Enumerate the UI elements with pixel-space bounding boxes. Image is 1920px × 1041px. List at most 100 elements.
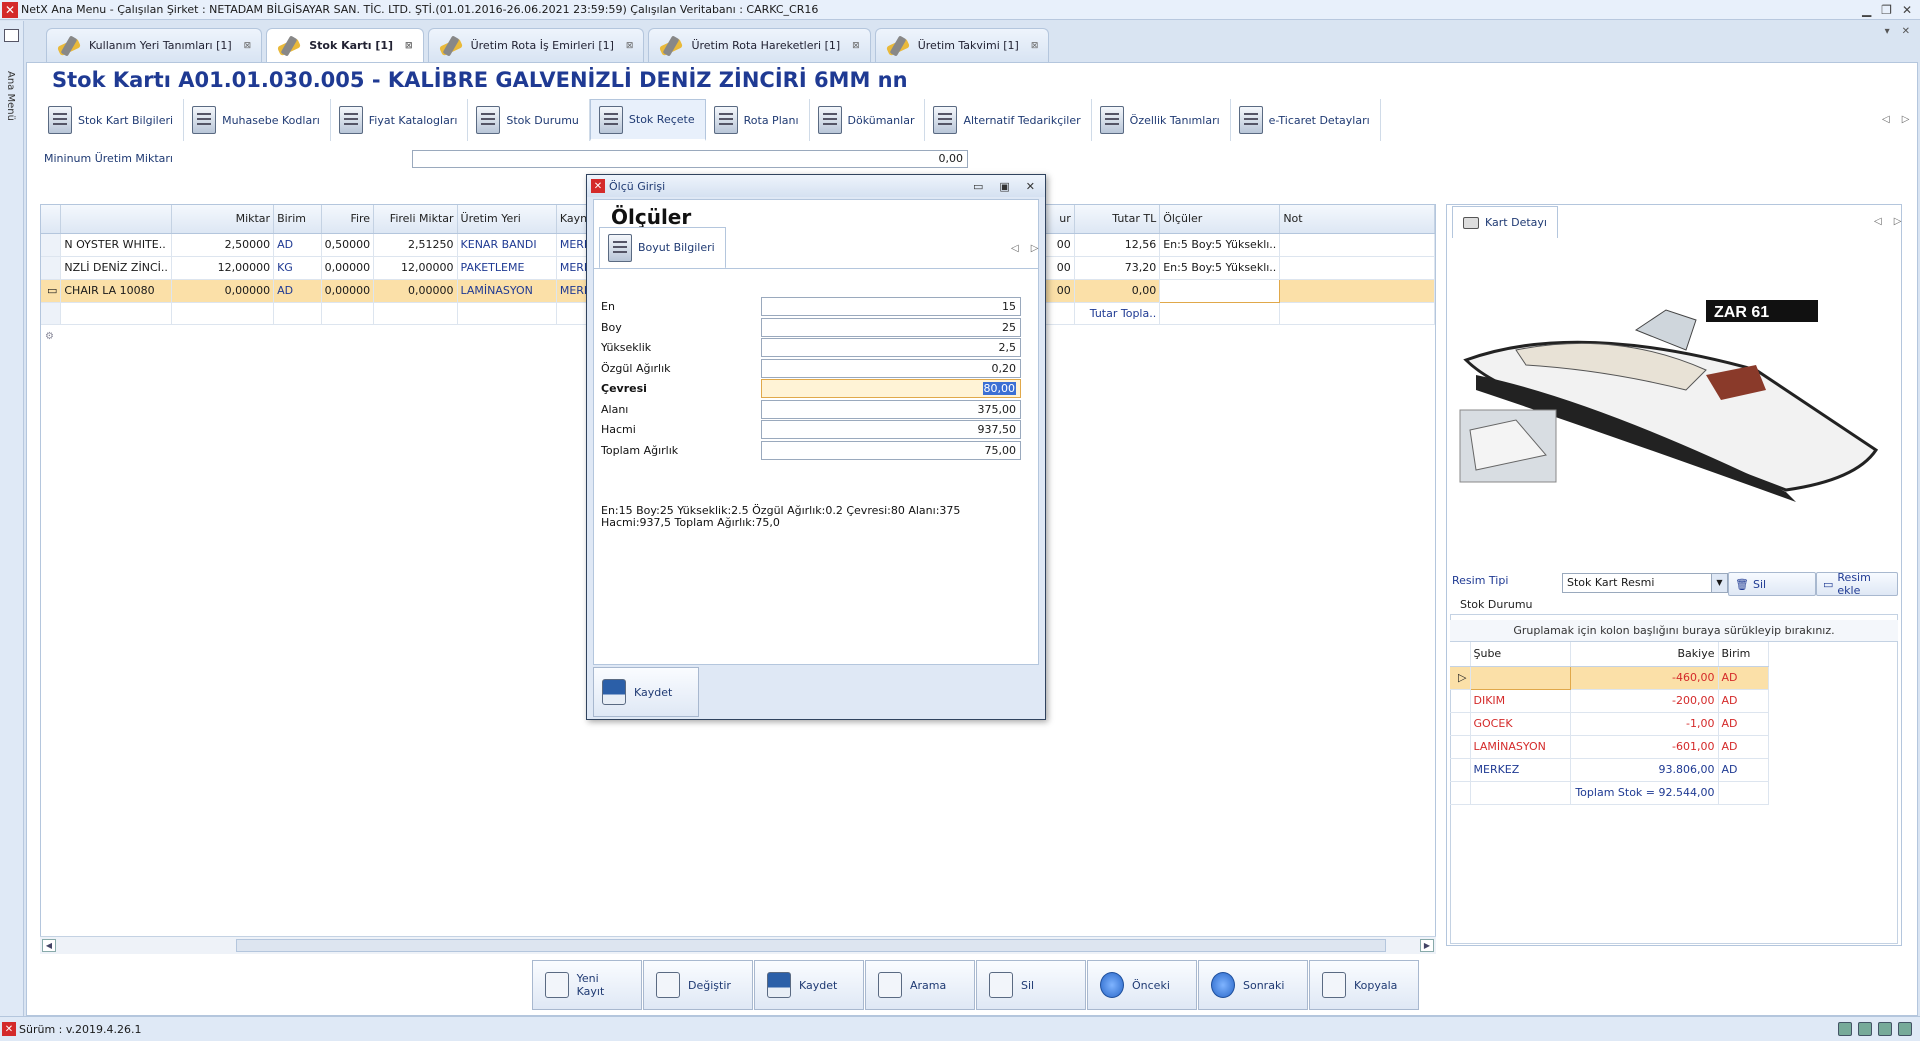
- col-birim[interactable]: Birim: [1718, 642, 1769, 667]
- arama-button[interactable]: Arama: [865, 960, 975, 1010]
- table-row[interactable]: LAMİNASYON -601,00 AD: [1450, 735, 1769, 759]
- cell-miktar[interactable]: 2,50000: [171, 233, 275, 257]
- row-indicator[interactable]: [41, 233, 62, 257]
- doc-tab-uretim-takvimi[interactable]: Üretim Takvimi [1] ⊠: [874, 28, 1050, 62]
- close-icon[interactable]: ✕: [1026, 180, 1035, 193]
- cell-not[interactable]: [1279, 233, 1435, 257]
- yeni-kayit-button[interactable]: Yeni Kayıt: [532, 960, 642, 1010]
- degistir-button[interactable]: Değiştir: [643, 960, 753, 1010]
- tab-ozellik-tanimlari[interactable]: Özellik Tanımları: [1091, 99, 1231, 141]
- cell-birim[interactable]: AD: [1718, 735, 1769, 759]
- cell-birim[interactable]: AD: [1718, 689, 1769, 713]
- sonraki-button[interactable]: Sonraki: [1198, 960, 1308, 1010]
- cell-fireli[interactable]: 0,00000: [373, 279, 458, 303]
- tab-close-icon[interactable]: ⊠: [405, 41, 413, 51]
- tab-muhasebe-kodlari[interactable]: Muhasebe Kodları: [184, 99, 331, 141]
- cell-bakiye[interactable]: 93.806,00: [1570, 758, 1719, 782]
- horizontal-scrollbar[interactable]: ◀ ▶: [40, 936, 1436, 954]
- chevron-right-icon[interactable]: ▷: [1894, 216, 1902, 227]
- cell-fireli[interactable]: 2,51250: [373, 233, 458, 257]
- onceki-button[interactable]: Önceki: [1087, 960, 1197, 1010]
- kopyala-button[interactable]: Kopyala: [1309, 960, 1419, 1010]
- tab-boyut-bilgileri[interactable]: Boyut Bilgileri: [599, 227, 726, 269]
- tab-close-icon[interactable]: ⊠: [244, 41, 252, 51]
- doc-tab-kullanim-yeri[interactable]: Kullanım Yeri Tanımları [1] ⊠: [46, 28, 263, 62]
- ana-menu-label[interactable]: Ana Menü: [5, 71, 16, 121]
- tray-icon[interactable]: [1838, 1022, 1852, 1036]
- tab-close-icon[interactable]: ⊠: [852, 41, 860, 51]
- cell-olculer-editor[interactable]: [1159, 278, 1281, 303]
- cell-not[interactable]: [1279, 256, 1435, 280]
- chevron-down-icon[interactable]: ▾: [1885, 26, 1890, 37]
- sil-button[interactable]: Sil: [976, 960, 1086, 1010]
- cell-miktar[interactable]: 12,00000: [171, 256, 275, 280]
- col-ad[interactable]: [60, 205, 172, 234]
- col-olculer[interactable]: Ölçüler: [1159, 205, 1281, 234]
- resim-ekle-button[interactable]: ▭ Resim ekle: [1816, 571, 1898, 597]
- chevron-left-icon[interactable]: ◁: [1874, 216, 1882, 227]
- tab-dokumanlar[interactable]: Dökümanlar: [809, 99, 926, 141]
- tab-close-icon[interactable]: ⊠: [626, 41, 634, 51]
- dialog-title-bar[interactable]: ✕ Ölçü Girişi ▭ ▣ ✕: [587, 175, 1045, 197]
- cell-bakiye[interactable]: -601,00: [1570, 735, 1719, 759]
- cell-ad[interactable]: N OYSTER WHITE..: [60, 233, 172, 257]
- tab-stok-kart-bilgileri[interactable]: Stok Kart Bilgileri: [40, 99, 185, 141]
- dialog-kaydet-button[interactable]: Kaydet: [593, 667, 699, 717]
- cell-bakiye[interactable]: -460,00: [1570, 666, 1719, 690]
- tab-kart-detayi[interactable]: Kart Detayı: [1452, 206, 1558, 238]
- chevron-right-icon[interactable]: ▷: [1031, 243, 1039, 254]
- chevron-right-icon[interactable]: ▷: [1902, 114, 1910, 125]
- tab-alternatif-tedarikciler[interactable]: Alternatif Tedarikçiler: [925, 99, 1092, 141]
- menu-icon[interactable]: [4, 29, 19, 42]
- scroll-thumb[interactable]: [236, 939, 1386, 952]
- cell-birim[interactable]: AD: [1718, 758, 1769, 782]
- cell-birim[interactable]: KG: [273, 256, 322, 280]
- cell-sube[interactable]: LAMİNASYON: [1470, 735, 1571, 759]
- col-miktar[interactable]: Miktar: [171, 205, 275, 234]
- tab-e-ticaret-detaylari[interactable]: e-Ticaret Detayları: [1230, 99, 1381, 141]
- row-indicator[interactable]: ▭: [41, 279, 62, 303]
- resim-sil-button[interactable]: 🗑 Sil: [1728, 572, 1816, 596]
- close-icon[interactable]: ✕: [1902, 3, 1912, 17]
- cell-birim[interactable]: AD: [1718, 712, 1769, 736]
- cell-uretim-yeri[interactable]: PAKETLEME: [457, 256, 557, 280]
- close-all-icon[interactable]: ✕: [1902, 26, 1910, 37]
- cell-uretim-yeri[interactable]: KENAR BANDI: [457, 233, 557, 257]
- chevron-left-icon[interactable]: ◁: [1882, 114, 1890, 125]
- maximize-icon[interactable]: ▣: [999, 180, 1009, 193]
- tray-icon[interactable]: [1898, 1022, 1912, 1036]
- tab-stok-recete[interactable]: Stok Reçete: [589, 99, 706, 141]
- cell-ad[interactable]: CHAIR LA 10080: [60, 279, 172, 303]
- cell-bakiye[interactable]: -1,00: [1570, 712, 1719, 736]
- col-birim[interactable]: Birim: [273, 205, 322, 234]
- scroll-left-icon[interactable]: ◀: [42, 939, 56, 952]
- cell-olculer[interactable]: En:5 Boy:5 Yükseklı..: [1159, 256, 1281, 280]
- doc-tab-uretim-rota-hareketleri[interactable]: Üretim Rota Hareketleri [1] ⊠: [648, 28, 871, 62]
- cell-birim[interactable]: AD: [1718, 666, 1769, 690]
- restore-icon[interactable]: ❐: [1881, 3, 1892, 17]
- cell-tutar[interactable]: 73,20: [1074, 256, 1161, 280]
- minimize-icon[interactable]: ▭: [973, 180, 983, 193]
- col-fire[interactable]: Fire: [321, 205, 375, 234]
- cell-fire[interactable]: 0,00000: [321, 256, 375, 280]
- cell-not[interactable]: [1279, 279, 1435, 303]
- doc-tab-stok-karti[interactable]: Stok Kartı [1] ⊠: [266, 28, 424, 62]
- chevron-down-icon[interactable]: ▼: [1711, 574, 1727, 592]
- cell-fireli[interactable]: 12,00000: [373, 256, 458, 280]
- tray-icon[interactable]: [1878, 1022, 1892, 1036]
- cevresi-input[interactable]: 80,00: [761, 379, 1021, 398]
- toplam-agirlik-input[interactable]: 75,00: [761, 441, 1021, 460]
- cell-sube[interactable]: MERKEZ: [1470, 758, 1571, 782]
- alani-input[interactable]: 375,00: [761, 400, 1021, 419]
- cell-olculer[interactable]: En:5 Boy:5 Yükseklı..: [1159, 233, 1281, 257]
- col-fireli-miktar[interactable]: Fireli Miktar: [373, 205, 458, 234]
- table-row[interactable]: MERKEZ 93.806,00 AD: [1450, 758, 1769, 782]
- hacmi-input[interactable]: 937,50: [761, 420, 1021, 439]
- cell-sube[interactable]: DIKIM: [1470, 689, 1571, 713]
- cell-sube[interactable]: [1469, 665, 1571, 690]
- col-tutar[interactable]: Tutar TL: [1074, 205, 1161, 234]
- cell-birim[interactable]: AD: [273, 279, 322, 303]
- cell-ad[interactable]: NZLİ DENİZ ZİNCİ..: [60, 256, 172, 280]
- cell-bakiye[interactable]: -200,00: [1570, 689, 1719, 713]
- cell-miktar[interactable]: 0,00000: [171, 279, 275, 303]
